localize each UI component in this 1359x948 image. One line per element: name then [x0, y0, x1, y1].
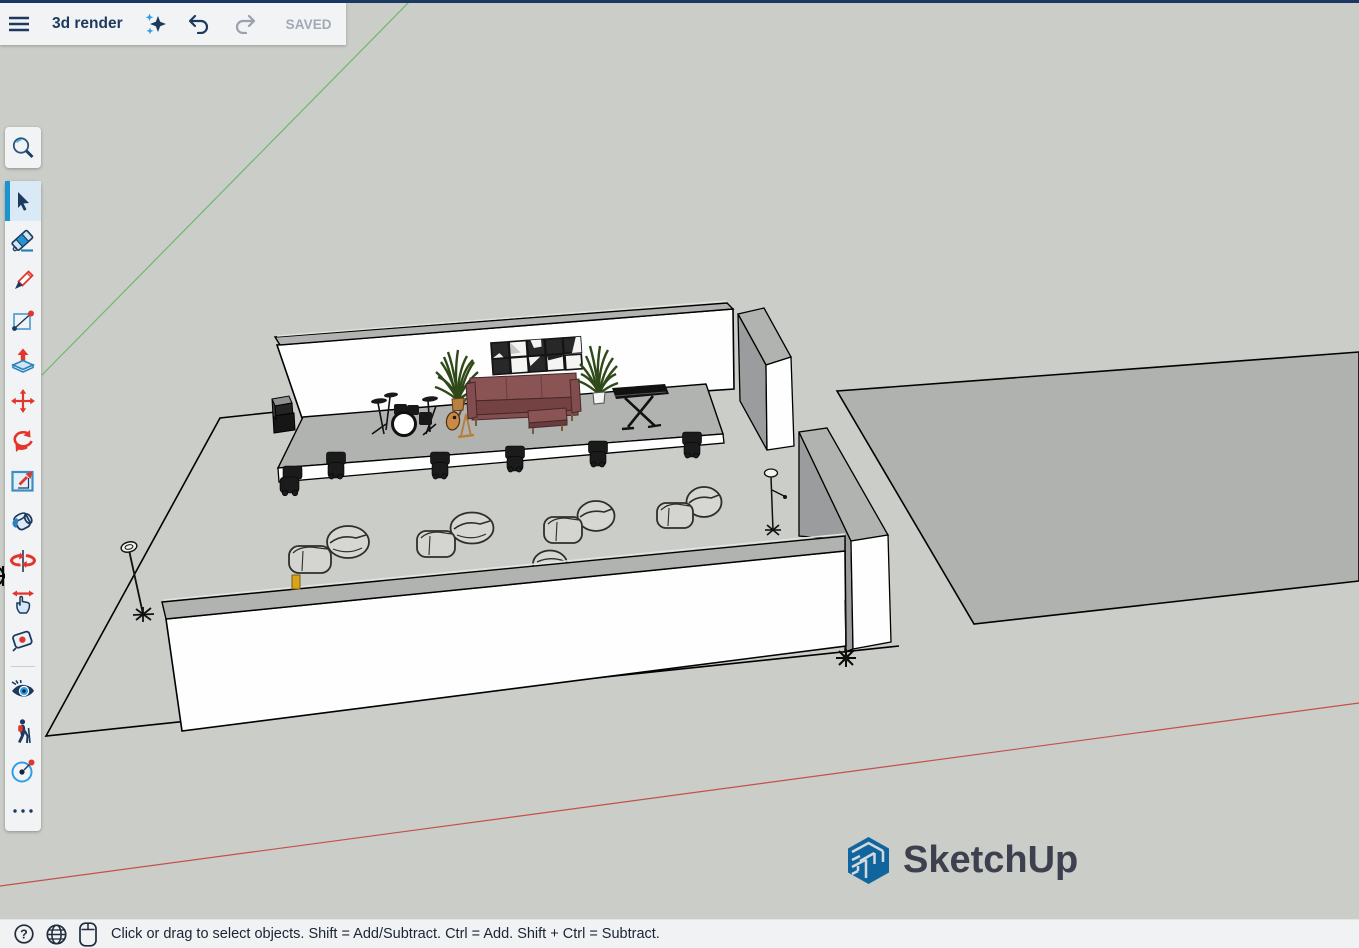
svg-text:?: ? [20, 928, 28, 942]
